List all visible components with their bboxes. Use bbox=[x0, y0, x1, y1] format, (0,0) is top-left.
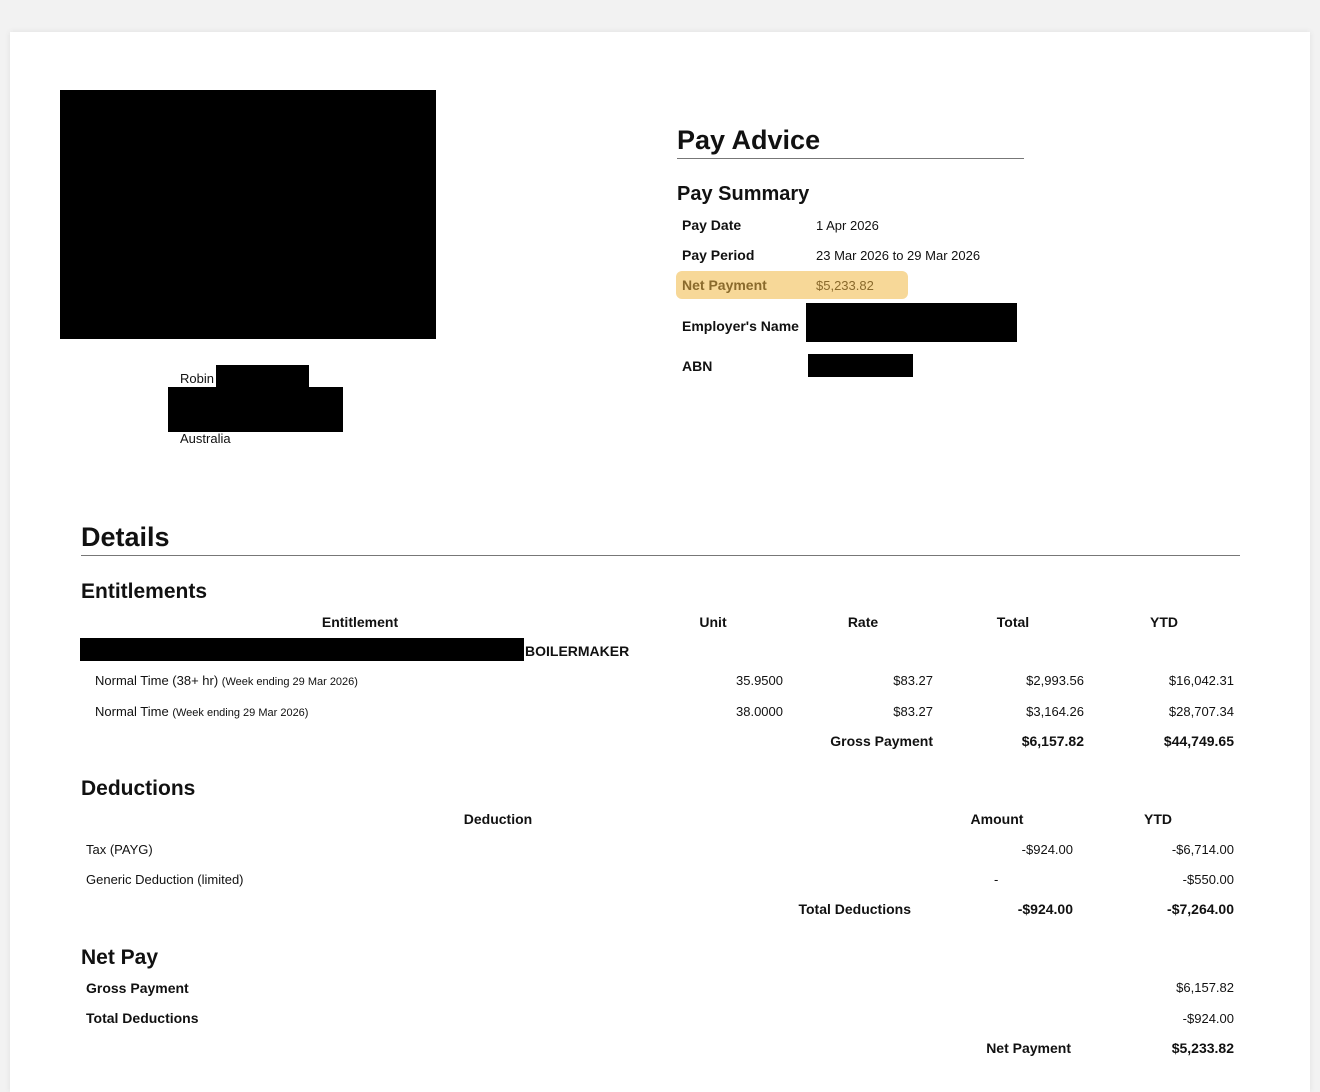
entitlement-ytd: $16,042.31 bbox=[1168, 673, 1234, 688]
entitlement-rate: $83.27 bbox=[893, 704, 933, 719]
employee-first-name: Robin bbox=[180, 371, 214, 386]
col-rate: Rate bbox=[847, 614, 879, 630]
redacted-surname bbox=[216, 365, 309, 389]
details-rule bbox=[81, 555, 1240, 556]
pay-summary-title: Pay Summary bbox=[677, 183, 810, 205]
net-pay-gross-value: $6,157.82 bbox=[1176, 980, 1234, 995]
redacted-position bbox=[80, 638, 524, 661]
details-title: Details bbox=[81, 522, 170, 552]
entitlement-total: $2,993.56 bbox=[1026, 673, 1084, 688]
col-ytd: YTD bbox=[1150, 614, 1178, 630]
net-pay-net-label: Net Payment bbox=[986, 1040, 1071, 1056]
pay-period-value: 23 Mar 2026 to 29 Mar 2026 bbox=[816, 248, 981, 263]
entitlement-row-name: Normal Time (38+ hr) (Week ending 29 Mar… bbox=[95, 673, 358, 688]
gross-payment-ytd: $44,749.65 bbox=[1163, 733, 1234, 749]
pay-date-label: Pay Date bbox=[682, 217, 742, 233]
net-payment-label: Net Payment bbox=[682, 277, 767, 293]
col-deduction: Deduction bbox=[463, 811, 533, 827]
col-amount: Amount bbox=[970, 811, 1024, 827]
net-pay-title: Net Pay bbox=[81, 946, 159, 969]
redacted-logo bbox=[60, 90, 436, 339]
net-pay-gross-label: Gross Payment bbox=[86, 980, 189, 996]
entitlement-name: Normal Time (38+ hr) bbox=[95, 673, 219, 688]
entitlement-total: $3,164.26 bbox=[1026, 704, 1084, 719]
employee-country: Australia bbox=[180, 431, 231, 446]
pay-date-value: 1 Apr 2026 bbox=[816, 218, 879, 233]
redacted-abn bbox=[808, 354, 913, 377]
entitlement-note: (Week ending 29 Mar 2026) bbox=[221, 676, 358, 688]
page-title: Pay Advice bbox=[677, 125, 821, 155]
net-pay-deductions-value: -$924.00 bbox=[1182, 1011, 1234, 1026]
net-pay-deductions-label: Total Deductions bbox=[86, 1010, 199, 1026]
deductions-title: Deductions bbox=[81, 777, 196, 800]
net-pay-net-value: $5,233.82 bbox=[1171, 1040, 1234, 1056]
total-deductions-label: Total Deductions bbox=[798, 901, 911, 917]
total-deductions-ytd: -$7,264.00 bbox=[1167, 901, 1234, 917]
col-unit: Unit bbox=[699, 614, 727, 630]
redacted-address bbox=[168, 387, 343, 432]
entitlement-group-label: BOILERMAKER bbox=[525, 643, 630, 659]
redacted-employer-name bbox=[806, 303, 1017, 342]
deduction-ytd: -$550.00 bbox=[1182, 872, 1234, 887]
pay-period-label: Pay Period bbox=[682, 247, 755, 263]
title-rule bbox=[677, 158, 1024, 159]
deduction-amount: -$924.00 bbox=[1021, 842, 1073, 857]
entitlement-note: (Week ending 29 Mar 2026) bbox=[172, 707, 309, 719]
col-entitlement: Entitlement bbox=[321, 614, 399, 630]
entitlement-rate: $83.27 bbox=[893, 673, 933, 688]
entitlements-title: Entitlements bbox=[81, 580, 208, 603]
entitlement-unit: 35.9500 bbox=[736, 673, 783, 688]
entitlement-name: Normal Time bbox=[95, 704, 169, 719]
total-deductions-amount: -$924.00 bbox=[1017, 901, 1073, 917]
entitlement-ytd: $28,707.34 bbox=[1168, 704, 1234, 719]
deduction-amount: - bbox=[994, 872, 999, 887]
employer-name-label: Employer's Name bbox=[682, 318, 799, 334]
gross-payment-total: $6,157.82 bbox=[1021, 733, 1084, 749]
col-deduction-ytd: YTD bbox=[1144, 811, 1172, 827]
gross-payment-label: Gross Payment bbox=[830, 733, 933, 749]
abn-label: ABN bbox=[682, 358, 713, 374]
col-total: Total bbox=[996, 614, 1030, 630]
entitlement-row-name: Normal Time (Week ending 29 Mar 2026) bbox=[95, 704, 308, 719]
entitlement-unit: 38.0000 bbox=[736, 704, 783, 719]
deduction-name: Tax (PAYG) bbox=[86, 842, 153, 857]
deduction-ytd: -$6,714.00 bbox=[1171, 842, 1234, 857]
net-payment-value: $5,233.82 bbox=[816, 278, 874, 293]
deduction-name: Generic Deduction (limited) bbox=[86, 872, 244, 887]
